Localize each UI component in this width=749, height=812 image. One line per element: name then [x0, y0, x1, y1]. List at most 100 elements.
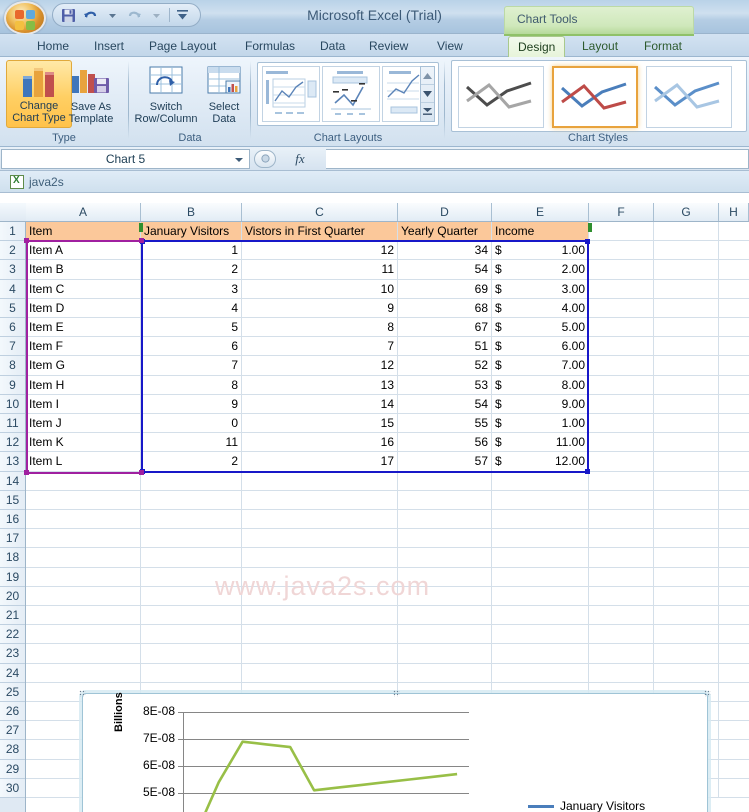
cell-D21[interactable] — [398, 606, 492, 626]
cell-H17[interactable] — [719, 529, 749, 549]
formula-input[interactable] — [326, 148, 749, 169]
cell-H28[interactable] — [719, 740, 749, 760]
cell-D19[interactable] — [398, 567, 492, 587]
cell-G5[interactable] — [654, 298, 719, 318]
tab-view[interactable]: View — [428, 36, 472, 57]
cell-F2[interactable] — [589, 241, 654, 261]
cell-H9[interactable] — [719, 376, 749, 395]
chart-styles-gallery[interactable] — [451, 60, 747, 132]
cell-E20[interactable] — [492, 586, 589, 606]
cell-D8[interactable]: 52 — [398, 356, 492, 376]
switch-row-column-button[interactable]: Switch Row/Column — [130, 60, 202, 128]
insert-function-icon[interactable]: fx — [278, 151, 322, 167]
cell-F4[interactable] — [589, 279, 654, 299]
cell-E13[interactable]: $12.00 — [492, 452, 589, 472]
column-header-d[interactable]: D — [398, 203, 492, 221]
cell-B19[interactable] — [141, 567, 242, 587]
cell-E7[interactable]: $6.00 — [492, 337, 589, 357]
cell-D23[interactable] — [398, 644, 492, 664]
column-header-e[interactable]: E — [492, 203, 589, 221]
cell-C7[interactable]: 7 — [242, 337, 398, 357]
cell-G12[interactable] — [654, 433, 719, 453]
cell-F17[interactable] — [589, 529, 654, 549]
cell-C24[interactable] — [242, 663, 398, 683]
cell-H29[interactable] — [719, 760, 749, 779]
cell-B16[interactable] — [141, 510, 242, 530]
series-name-handle-0[interactable] — [139, 223, 143, 232]
cell-E8[interactable]: $7.00 — [492, 356, 589, 376]
row-header-3[interactable]: 3 — [0, 260, 25, 280]
cell-B8[interactable]: 7 — [141, 356, 242, 376]
row-header-12[interactable]: 12 — [0, 433, 25, 453]
chart-layout-option-3[interactable] — [382, 66, 422, 122]
tab-review[interactable]: Review — [360, 36, 417, 57]
cell-C19[interactable] — [242, 567, 398, 587]
category-handle-2[interactable] — [139, 238, 144, 244]
cell-B18[interactable] — [141, 548, 242, 568]
row-header-27[interactable]: 27 — [0, 721, 25, 741]
cell-G6[interactable] — [654, 318, 719, 338]
cell-D7[interactable]: 51 — [398, 337, 492, 357]
cell-D15[interactable] — [398, 490, 492, 510]
cell-D20[interactable] — [398, 586, 492, 606]
select-data-button[interactable]: Select Data — [198, 60, 250, 128]
cell-H1[interactable] — [719, 222, 749, 242]
cell-C21[interactable] — [242, 606, 398, 626]
cell-E4[interactable]: $3.00 — [492, 279, 589, 299]
cell-E11[interactable]: $1.00 — [492, 414, 589, 434]
cell-header-C1[interactable]: Vistors in First Quarter — [242, 222, 398, 242]
cell-E6[interactable]: $5.00 — [492, 318, 589, 338]
cell-G20[interactable] — [654, 586, 719, 606]
row-header-19[interactable]: 19 — [0, 567, 25, 587]
cell-G16[interactable] — [654, 510, 719, 530]
cell-D3[interactable]: 54 — [398, 260, 492, 280]
cell-E10[interactable]: $9.00 — [492, 394, 589, 414]
cell-H8[interactable] — [719, 356, 749, 376]
cell-H30[interactable] — [719, 779, 749, 798]
row-header-7[interactable]: 7 — [0, 337, 25, 357]
cell-F12[interactable] — [589, 433, 654, 453]
cell-C4[interactable]: 10 — [242, 279, 398, 299]
cell-F1[interactable] — [589, 222, 654, 242]
cell-G9[interactable] — [654, 375, 719, 395]
cell-H4[interactable] — [719, 280, 749, 299]
tab-data[interactable]: Data — [311, 36, 354, 57]
cell-G22[interactable] — [654, 625, 719, 645]
cell-F21[interactable] — [589, 606, 654, 626]
cell-B14[interactable] — [141, 471, 242, 491]
cell-E14[interactable] — [492, 471, 589, 491]
cell-C5[interactable]: 9 — [242, 298, 398, 318]
row-header-8[interactable]: 8 — [0, 356, 25, 376]
cell-A19[interactable] — [26, 567, 141, 587]
cell-D4[interactable]: 69 — [398, 279, 492, 299]
cell-F10[interactable] — [589, 394, 654, 414]
cell-D11[interactable]: 55 — [398, 414, 492, 434]
cell-C14[interactable] — [242, 471, 398, 491]
tab-format[interactable]: Format — [635, 36, 691, 57]
cell-H5[interactable] — [719, 299, 749, 318]
cell-G18[interactable] — [654, 548, 719, 568]
cell-H27[interactable] — [719, 721, 749, 741]
cell-C3[interactable]: 11 — [242, 260, 398, 280]
cell-B7[interactable]: 6 — [141, 337, 242, 357]
chart-style-option-3[interactable] — [646, 66, 732, 128]
column-header-b[interactable]: B — [141, 203, 242, 221]
name-box-dropdown-icon[interactable] — [235, 157, 243, 162]
cell-B15[interactable] — [141, 490, 242, 510]
cell-F16[interactable] — [589, 510, 654, 530]
cell-G14[interactable] — [654, 471, 719, 491]
insert-function-toggle-icon[interactable] — [254, 149, 276, 168]
tab-insert[interactable]: Insert — [85, 36, 133, 57]
cell-D2[interactable]: 34 — [398, 241, 492, 261]
cell-F13[interactable] — [589, 452, 654, 472]
row-header-20[interactable]: 20 — [0, 586, 25, 606]
cell-C2[interactable]: 12 — [242, 241, 398, 261]
cell-A4[interactable]: Item C — [26, 279, 141, 299]
cell-A12[interactable]: Item K — [26, 433, 141, 453]
cell-G13[interactable] — [654, 452, 719, 472]
cell-F5[interactable] — [589, 298, 654, 318]
cell-D12[interactable]: 56 — [398, 433, 492, 453]
category-handle-1[interactable] — [24, 469, 29, 475]
cell-G21[interactable] — [654, 606, 719, 626]
cell-B5[interactable]: 4 — [141, 298, 242, 318]
